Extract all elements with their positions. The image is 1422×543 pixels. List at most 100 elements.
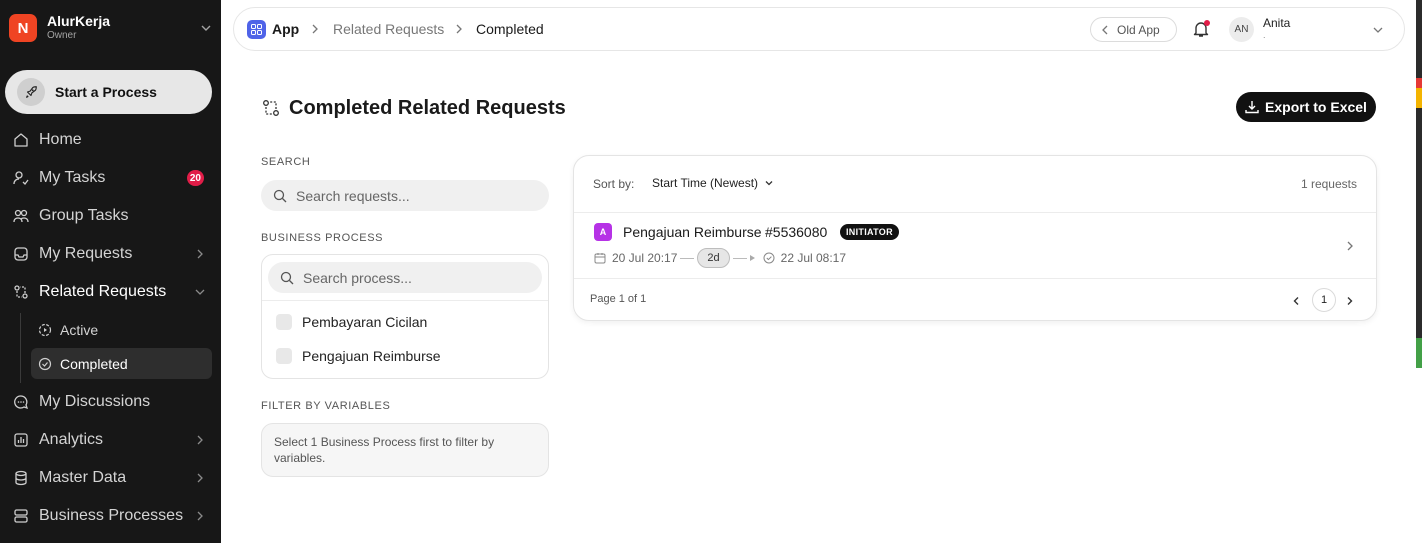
bar-chart-icon — [14, 433, 28, 447]
start-process-button[interactable]: Start a Process — [5, 70, 212, 114]
page-indicator: Page 1 of 1 — [590, 293, 647, 305]
old-app-button[interactable]: Old App — [1090, 17, 1177, 42]
breadcrumb-related-requests[interactable]: Related Requests — [333, 21, 444, 37]
sidebar-item-label: My Tasks — [39, 169, 106, 186]
export-to-excel-button[interactable]: Export to Excel — [1236, 92, 1376, 122]
sort-label: Sort by: — [593, 177, 635, 191]
divider — [262, 300, 548, 301]
search-icon — [273, 189, 287, 202]
process-option[interactable]: Pengajuan Reimburse — [276, 346, 441, 366]
process-option[interactable]: Pembayaran Cicilan — [276, 312, 427, 332]
org-role: Owner — [47, 30, 77, 41]
window-edge — [1416, 78, 1422, 88]
process-option-label: Pembayaran Cicilan — [302, 314, 428, 330]
search-requests-input[interactable]: Search requests... — [261, 180, 549, 211]
request-row[interactable]: A Pengajuan Reimburse #5536080 INITIATOR… — [574, 213, 1376, 279]
sidebar-item-label: Business Processes — [39, 507, 184, 524]
process-option-label: Pengajuan Reimburse — [302, 348, 441, 364]
chevron-down-icon — [201, 25, 211, 31]
sidebar-item-home[interactable]: Home — [5, 124, 212, 156]
arrow-right-icon — [749, 255, 755, 261]
org-switcher[interactable]: N AlurKerja Owner — [9, 12, 213, 44]
user-name[interactable]: Anita — [1263, 16, 1290, 30]
sidebar-item-label: Related Requests — [39, 283, 167, 300]
calendar-icon — [594, 253, 606, 264]
duration-pill: 2d — [697, 248, 730, 268]
chevron-right-icon — [312, 24, 318, 34]
chevron-right-icon[interactable] — [1344, 239, 1356, 253]
sidebar: N AlurKerja Owner Start a Process Home M… — [0, 0, 221, 543]
search-section-label: SEARCH — [261, 156, 311, 168]
sidebar-item-label: My Discussions — [39, 393, 151, 410]
page-number-button[interactable]: 1 — [1312, 288, 1336, 312]
sidebar-item-my-discussions[interactable]: My Discussions — [5, 386, 212, 418]
checkbox[interactable] — [276, 314, 292, 330]
sidebar-item-label: Analytics — [39, 431, 104, 448]
request-timeline: 20 Jul 20:17 2d 22 Jul 08:17 — [594, 248, 846, 268]
chevron-down-icon — [765, 181, 773, 186]
sort-value: Start Time (Newest) — [652, 176, 759, 190]
sidebar-subitem-label: Active — [60, 321, 99, 338]
sidebar-item-my-tasks[interactable]: My Tasks 20 — [5, 162, 212, 194]
business-process-section-label: BUSINESS PROCESS — [261, 232, 384, 244]
chevron-right-icon — [456, 24, 462, 34]
chevron-left-icon[interactable] — [1290, 295, 1302, 307]
submenu-guide-line — [20, 313, 21, 383]
user-subtitle: . — [1263, 30, 1266, 40]
app-grid-icon — [247, 20, 266, 39]
chevron-left-icon — [1102, 25, 1108, 34]
related-requests-icon — [263, 100, 279, 116]
checkbox[interactable] — [276, 348, 292, 364]
sidebar-item-label: Home — [39, 131, 82, 148]
timeline-line — [680, 257, 695, 259]
sidebar-subitem-active[interactable]: Active — [31, 314, 212, 345]
search-process-input[interactable]: Search process... — [268, 262, 542, 293]
org-logo: N — [9, 14, 37, 42]
page-title: Completed Related Requests — [289, 97, 566, 119]
window-edge — [1416, 338, 1422, 368]
search-placeholder: Search requests... — [296, 187, 410, 204]
window-edge — [1416, 108, 1422, 338]
business-process-filter: Search process... Pembayaran Cicilan Pen… — [261, 254, 549, 379]
sidebar-item-related-requests[interactable]: Related Requests — [5, 276, 212, 308]
sidebar-item-my-requests[interactable]: My Requests — [5, 238, 212, 270]
divider — [574, 278, 1376, 279]
tasks-count-badge: 20 — [186, 170, 204, 186]
home-icon — [14, 133, 28, 147]
sidebar-item-label: My Requests — [39, 245, 133, 262]
related-requests-icon — [14, 285, 28, 299]
request-id: #5536080 — [765, 224, 828, 240]
role-badge: INITIATOR — [840, 224, 899, 240]
chevron-right-icon — [197, 511, 203, 521]
sidebar-item-label: Master Data — [39, 469, 127, 486]
inbox-icon — [14, 247, 28, 261]
chevron-right-icon — [197, 435, 203, 445]
chevron-right-icon[interactable] — [1344, 295, 1356, 307]
start-time: 20 Jul 20:17 — [612, 251, 678, 265]
database-icon — [15, 470, 27, 486]
sidebar-item-analytics[interactable]: Analytics — [5, 424, 212, 456]
timeline-line — [732, 257, 747, 259]
chevron-down-icon[interactable] — [1372, 24, 1384, 36]
avatar[interactable]: AN — [1229, 17, 1254, 42]
sidebar-item-group-tasks[interactable]: Group Tasks — [5, 200, 212, 232]
request-title: Pengajuan Reimburse — [623, 224, 762, 240]
start-process-label: Start a Process — [55, 84, 157, 100]
chat-bubble-icon — [14, 395, 29, 410]
request-list-panel: Sort by: Start Time (Newest) 1 requests … — [573, 155, 1377, 321]
window-edge — [1416, 88, 1422, 108]
sidebar-item-business-processes[interactable]: Business Processes — [5, 500, 212, 532]
sidebar-subitem-completed[interactable]: Completed — [31, 348, 212, 379]
sidebar-item-label: Group Tasks — [39, 207, 129, 224]
user-check-icon — [13, 171, 29, 185]
users-icon — [13, 209, 29, 223]
breadcrumb-app[interactable]: App — [272, 21, 299, 37]
chevron-right-icon — [197, 249, 203, 259]
org-name: AlurKerja — [47, 13, 111, 29]
sort-dropdown[interactable]: Start Time (Newest) — [652, 176, 774, 190]
check-circle-icon — [38, 357, 52, 370]
top-bar: App Related Requests Completed Old App A… — [233, 7, 1405, 51]
old-app-label: Old App — [1117, 22, 1160, 37]
sidebar-item-master-data[interactable]: Master Data — [5, 462, 212, 494]
check-circle-icon — [763, 252, 775, 264]
